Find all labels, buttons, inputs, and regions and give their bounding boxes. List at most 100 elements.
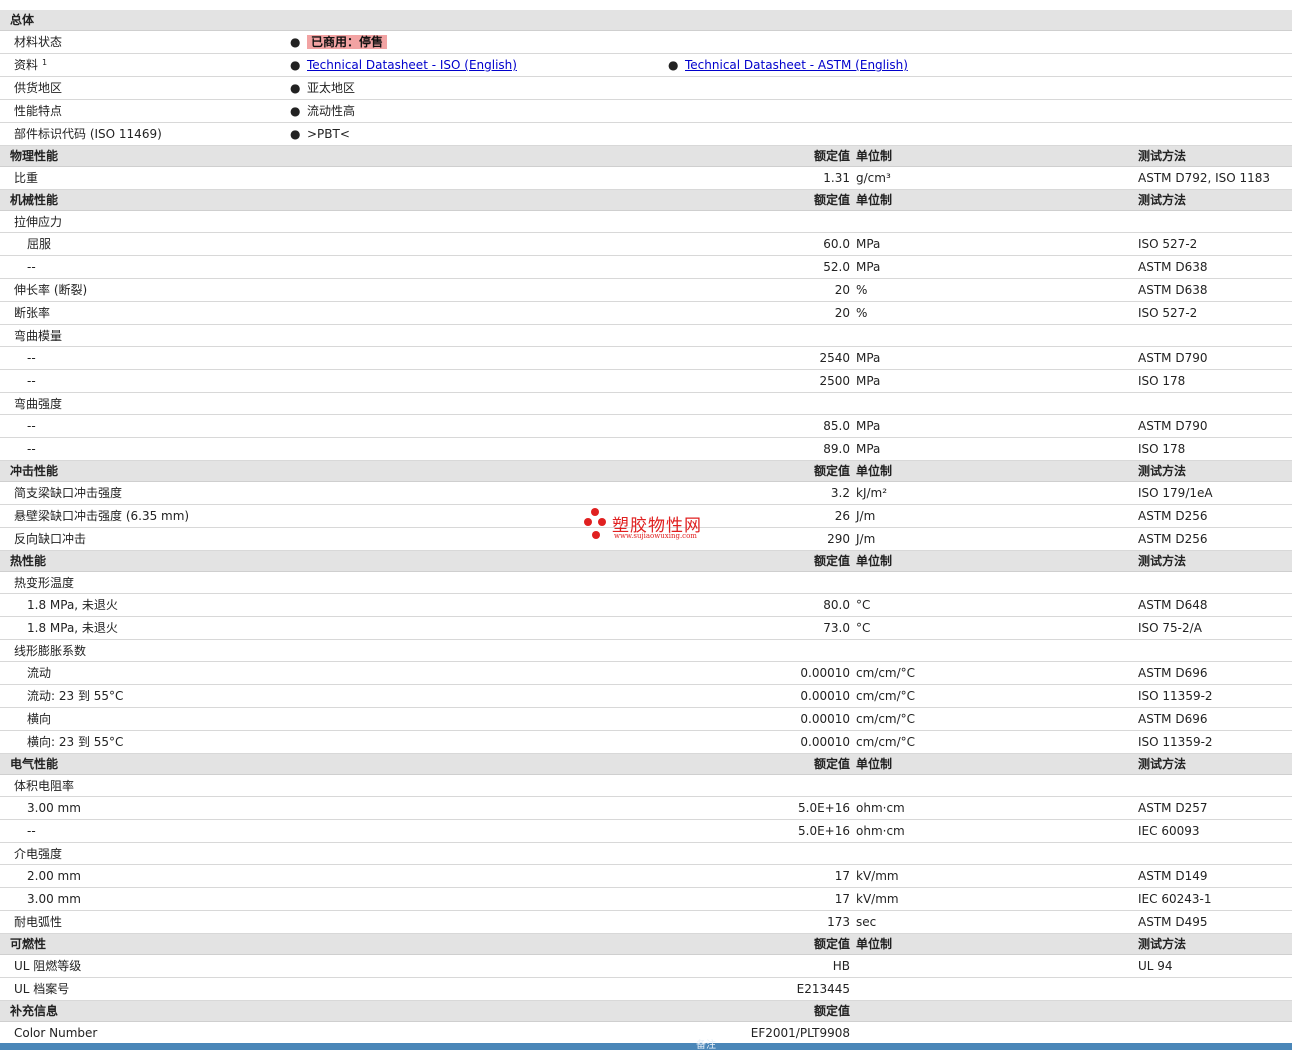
property-name: 比重 bbox=[14, 171, 39, 185]
property-name: UL 档案号 bbox=[14, 982, 70, 996]
column-header-test: 测试方法 bbox=[1138, 193, 1187, 207]
nominal-value: 0.00010 bbox=[800, 712, 850, 726]
column-header-test: 测试方法 bbox=[1138, 757, 1187, 771]
row-value: 流动性高 bbox=[307, 104, 356, 118]
nominal-value: 80.0 bbox=[823, 598, 850, 612]
test-method: UL 94 bbox=[1138, 959, 1173, 973]
property-name: 悬壁梁缺口冲击强度 (6.35 mm) bbox=[14, 509, 190, 523]
nominal-value: 2540 bbox=[819, 351, 850, 365]
column-header-test: 测试方法 bbox=[1138, 464, 1187, 478]
section-title: 冲击性能 bbox=[10, 464, 59, 478]
table-row: -- 2500 MPa ISO 178 bbox=[0, 370, 1292, 393]
test-method: ASTM D696 bbox=[1138, 712, 1208, 726]
bullet-icon: ● bbox=[290, 35, 301, 49]
property-name: -- bbox=[27, 374, 36, 388]
unit: % bbox=[856, 306, 868, 320]
property-sections: 物理性能 额定值 单位制 测试方法 比重 1.31 g/cm³ ASTM D792, ISO … bbox=[0, 146, 1292, 1045]
test-method: ISO 11359-2 bbox=[1138, 689, 1213, 703]
table-row: -- 89.0 MPa ISO 178 bbox=[0, 438, 1292, 461]
footnote-marker: 1 bbox=[42, 58, 48, 67]
nominal-value: 89.0 bbox=[823, 442, 850, 456]
row-label: 资料 1 bbox=[14, 58, 48, 72]
unit: sec bbox=[856, 915, 877, 929]
nominal-value: HB bbox=[832, 959, 850, 973]
unit: MPa bbox=[856, 374, 881, 388]
nominal-value: 5.0E+16 bbox=[798, 824, 850, 838]
property-name: 介电强度 bbox=[14, 847, 63, 861]
bullet-icon: ● bbox=[290, 127, 301, 141]
section-header: 电气性能 额定值 单位制 测试方法 bbox=[0, 754, 1292, 775]
unit: °C bbox=[856, 598, 871, 612]
nominal-value: 5.0E+16 bbox=[798, 801, 850, 815]
table-row: 耐电弧性 173 sec ASTM D495 bbox=[0, 911, 1292, 934]
nominal-value: 0.00010 bbox=[800, 666, 850, 680]
section-title: 物理性能 bbox=[10, 149, 59, 163]
column-header-nominal: 额定值 bbox=[813, 464, 850, 478]
property-name: -- bbox=[27, 260, 36, 274]
column-header-unit: 单位制 bbox=[856, 937, 893, 951]
unit: ohm·cm bbox=[856, 801, 905, 815]
property-name: 弯曲强度 bbox=[14, 397, 63, 411]
property-name: 断张率 bbox=[14, 306, 51, 320]
section-title: 机械性能 bbox=[10, 193, 59, 207]
section-header: 物理性能 额定值 单位制 测试方法 bbox=[0, 146, 1292, 167]
test-method: ISO 11359-2 bbox=[1138, 735, 1213, 749]
property-name: 反向缺口冲击 bbox=[14, 532, 87, 546]
test-method: ISO 178 bbox=[1138, 442, 1186, 456]
column-header-nominal: 额定值 bbox=[813, 1004, 850, 1018]
property-name: 体积电阻率 bbox=[14, 779, 75, 793]
test-method: IEC 60093 bbox=[1138, 824, 1200, 838]
section-title: 可燃性 bbox=[10, 937, 47, 951]
test-method: ASTM D790 bbox=[1138, 419, 1208, 433]
unit: J/m bbox=[856, 532, 876, 546]
iso-datasheet-link[interactable]: Technical Datasheet - ISO (English) bbox=[307, 58, 517, 72]
property-name: 屈服 bbox=[27, 237, 52, 251]
column-header-test: 测试方法 bbox=[1138, 149, 1187, 163]
test-method: ISO 527-2 bbox=[1138, 306, 1198, 320]
nominal-value: 0.00010 bbox=[800, 689, 850, 703]
table-row: 断张率 20% ISO 527-2 bbox=[0, 302, 1292, 325]
astm-datasheet-link[interactable]: Technical Datasheet - ASTM (English) bbox=[685, 58, 908, 72]
documents-row: 资料 1 ● Technical Datasheet - ISO (English… bbox=[0, 54, 1292, 77]
table-row: 伸长率 (断裂) 20% ASTM D638 bbox=[0, 279, 1292, 302]
table-row: UL 阻燃等级 HB UL 94 bbox=[0, 955, 1292, 978]
nominal-value: 0.00010 bbox=[800, 735, 850, 749]
property-name: 3.00 mm bbox=[27, 801, 81, 815]
nominal-value: 60.0 bbox=[823, 237, 850, 251]
test-method: ASTM D648 bbox=[1138, 598, 1208, 612]
footer-bar: 备注 bbox=[0, 1041, 1292, 1051]
row-label: 性能特点 bbox=[14, 104, 63, 118]
test-method: ASTM D256 bbox=[1138, 509, 1208, 523]
nominal-value: EF2001/PLT9908 bbox=[750, 1026, 850, 1040]
test-method: ASTM D256 bbox=[1138, 532, 1208, 546]
table-row: 简支梁缺口冲击强度 3.2 kJ/m² ISO 179/1eA bbox=[0, 482, 1292, 505]
row-label: 部件标识代码 (ISO 11469) bbox=[14, 127, 162, 141]
column-header-unit: 单位制 bbox=[856, 554, 893, 568]
test-method: ASTM D792, ISO 1183 bbox=[1138, 171, 1271, 185]
nominal-value: 17 bbox=[834, 869, 850, 883]
table-row: 3.00 mm 17 kV/mm IEC 60243-1 bbox=[0, 888, 1292, 911]
column-header-unit: 单位制 bbox=[856, 757, 893, 771]
property-name: 横向: 23 到 55°C bbox=[27, 735, 124, 749]
table-row: Color Number EF2001/PLT9908 bbox=[0, 1022, 1292, 1045]
bullet-icon: ● bbox=[668, 58, 679, 72]
group-row: 弯曲强度 bbox=[0, 393, 1292, 415]
unit: J/m bbox=[856, 509, 876, 523]
column-header-unit: 单位制 bbox=[856, 464, 893, 478]
nominal-value: 1.31 bbox=[823, 171, 850, 185]
table-row: UL 档案号 E213445 bbox=[0, 978, 1292, 1001]
test-method: ASTM D638 bbox=[1138, 283, 1208, 297]
section-header: 热性能 额定值 单位制 测试方法 bbox=[0, 551, 1292, 572]
nominal-value: 52.0 bbox=[823, 260, 850, 274]
test-method: ISO 179/1eA bbox=[1138, 486, 1213, 500]
unit: cm/cm/°C bbox=[856, 666, 916, 680]
test-method: ASTM D495 bbox=[1138, 915, 1208, 929]
section-header: 冲击性能 额定值 单位制 测试方法 bbox=[0, 461, 1292, 482]
row-label: 供货地区 bbox=[14, 81, 63, 95]
section-header: 机械性能 额定值 单位制 测试方法 bbox=[0, 190, 1292, 211]
bullet-icon: ● bbox=[290, 81, 301, 95]
property-name: UL 阻燃等级 bbox=[14, 959, 82, 973]
unit: cm/cm/°C bbox=[856, 689, 916, 703]
unit: MPa bbox=[856, 419, 881, 433]
property-name: 简支梁缺口冲击强度 bbox=[14, 486, 123, 500]
